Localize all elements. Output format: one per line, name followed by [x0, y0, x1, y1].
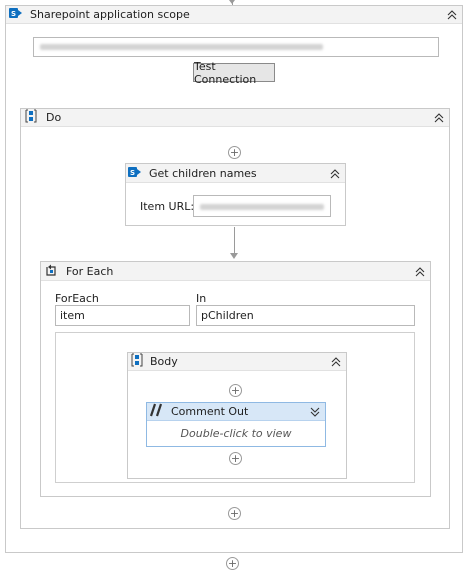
get-children-title: Get children names [149, 166, 257, 180]
item-url-label: Item URL: [140, 200, 195, 213]
connector-line [234, 227, 235, 254]
body-sequence-header[interactable]: Body [128, 353, 346, 371]
collapse-chevron-icon[interactable] [328, 167, 342, 181]
foreach-item-value: item [60, 309, 85, 322]
add-activity-icon[interactable]: + [229, 384, 242, 397]
comment-out-hint: Double-click to view [180, 427, 292, 440]
test-connection-label: Test Connection [194, 59, 257, 86]
item-url-value-blurred [200, 204, 324, 210]
sharepoint-scope-activity[interactable]: S Sharepoint application scope Test Conn… [5, 5, 463, 553]
svg-text:S: S [130, 169, 135, 177]
comment-out-title: Comment Out [171, 405, 249, 418]
sharepoint-url-field[interactable] [33, 37, 439, 57]
sequence-icon [24, 109, 38, 126]
test-connection-button[interactable]: Test Connection [193, 60, 275, 86]
sharepoint-scope-title: Sharepoint application scope [30, 8, 190, 21]
foreach-item-field[interactable]: item [55, 305, 190, 326]
sharepoint-icon: S [9, 6, 23, 23]
add-activity-icon[interactable]: + [226, 557, 239, 570]
foreach-label: ForEach [55, 292, 99, 305]
sharepoint-scope-header[interactable]: S Sharepoint application scope [6, 6, 462, 24]
in-collection-field[interactable]: pChildren [196, 305, 415, 326]
comment-out-icon [149, 403, 164, 420]
get-children-header[interactable]: S Get children names [126, 164, 345, 183]
foreach-icon [44, 263, 58, 280]
add-activity-icon[interactable]: + [228, 146, 241, 159]
do-sequence-header[interactable]: Do [21, 109, 449, 127]
body-sequence-activity[interactable]: Body + Comment Out Double-click to view … [127, 352, 347, 479]
svg-text:S: S [11, 10, 16, 18]
sharepoint-url-value-blurred [40, 44, 323, 50]
for-each-title: For Each [66, 264, 114, 278]
for-each-activity[interactable]: For Each ForEach item In pChildren Body … [40, 261, 431, 497]
sharepoint-icon: S [128, 165, 142, 182]
collapse-chevron-icon[interactable] [432, 111, 446, 125]
in-collection-value: pChildren [201, 309, 254, 322]
sequence-icon [130, 353, 144, 370]
add-activity-icon[interactable]: + [229, 452, 242, 465]
get-children-names-activity[interactable]: S Get children names Item URL: [125, 163, 346, 226]
top-connector-arrow [229, 0, 235, 4]
connector-arrow [230, 253, 238, 259]
foreach-body-container: Body + Comment Out Double-click to view … [55, 332, 415, 483]
do-sequence-activity[interactable]: Do + S Get children names Item URL: For … [20, 108, 450, 529]
in-label: In [196, 292, 207, 305]
do-sequence-title: Do [46, 111, 62, 124]
comment-out-header[interactable]: Comment Out [147, 403, 325, 421]
item-url-field[interactable] [193, 195, 331, 217]
comment-out-activity[interactable]: Comment Out Double-click to view [146, 402, 326, 447]
expand-chevron-icon[interactable] [308, 405, 322, 419]
body-sequence-title: Body [150, 355, 178, 368]
for-each-header[interactable]: For Each [41, 262, 430, 281]
collapse-chevron-icon[interactable] [329, 355, 343, 369]
collapse-chevron-icon[interactable] [445, 8, 459, 22]
add-activity-icon[interactable]: + [228, 507, 241, 520]
collapse-chevron-icon[interactable] [413, 265, 427, 279]
